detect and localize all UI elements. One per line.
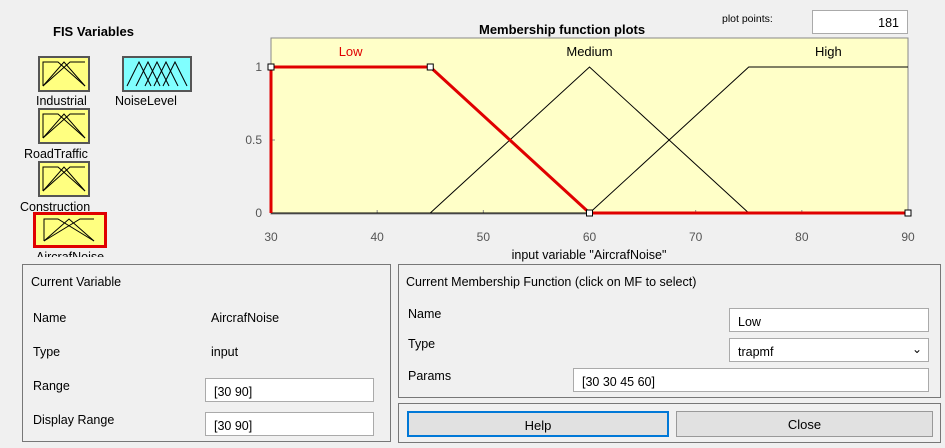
mf-vertex-handle[interactable] (904, 209, 912, 217)
plot-area (270, 37, 909, 215)
mf-type-label: Type (408, 337, 436, 351)
mf-label-low: Low (339, 44, 363, 59)
variable-name-value: AircrafNoise (211, 311, 280, 325)
mf-vertex-handle[interactable] (586, 209, 593, 217)
display-range-label: Display Range (33, 413, 115, 427)
x-tick-label: 70 (689, 230, 703, 244)
buttons-panel: Help Close (398, 403, 941, 443)
x-tick-label: 80 (795, 230, 809, 244)
mf-label-high: High (815, 44, 842, 59)
mf-name-label: Name (408, 307, 442, 321)
variable-name-label: Name (33, 311, 67, 325)
mf-vertex-handle[interactable] (426, 63, 434, 71)
current-mf-header: Current Membership Function (click on MF… (406, 275, 697, 289)
mf-type-value: trapmf (738, 345, 774, 359)
mf-params-input[interactable]: [30 30 45 60] (573, 368, 929, 392)
help-button[interactable]: Help (407, 411, 669, 437)
range-input[interactable]: [30 90] (205, 378, 374, 402)
variable-type-label: Type (33, 345, 61, 359)
mf-type-select[interactable]: trapmf ⌄ (729, 338, 929, 362)
plot-xlabel: input variable "AircrafNoise" (512, 248, 667, 262)
mf-params-label: Params (408, 369, 452, 383)
variable-type-value: input (211, 345, 239, 359)
current-variable-header: Current Variable (31, 275, 122, 289)
mf-vertex-handle[interactable] (267, 63, 275, 71)
x-tick-label: 40 (370, 230, 384, 244)
y-tick-label: 1 (255, 60, 262, 74)
y-tick-label: 0 (255, 206, 262, 220)
range-label: Range (33, 379, 70, 393)
y-tick-label: 0.5 (245, 133, 262, 147)
mf-label-medium: Medium (566, 44, 612, 59)
x-tick-label: 90 (901, 230, 915, 244)
display-range-input[interactable]: [30 90] (205, 412, 374, 436)
x-tick-label: 60 (583, 230, 597, 244)
membership-plot[interactable]: 30 40 50 60 70 80 90 1 0.5 0 Low Medium High input … (0, 0, 945, 262)
mf-name-input[interactable]: Low (729, 308, 929, 332)
current-variable-panel: Current Variable Name AircrafNoise Type … (22, 264, 391, 442)
x-tick-label: 50 (477, 230, 491, 244)
current-mf-panel: Current Membership Function (click on MF… (398, 264, 941, 398)
close-button[interactable]: Close (676, 411, 933, 437)
chevron-down-icon: ⌄ (911, 342, 922, 356)
x-tick-label: 30 (264, 230, 278, 244)
